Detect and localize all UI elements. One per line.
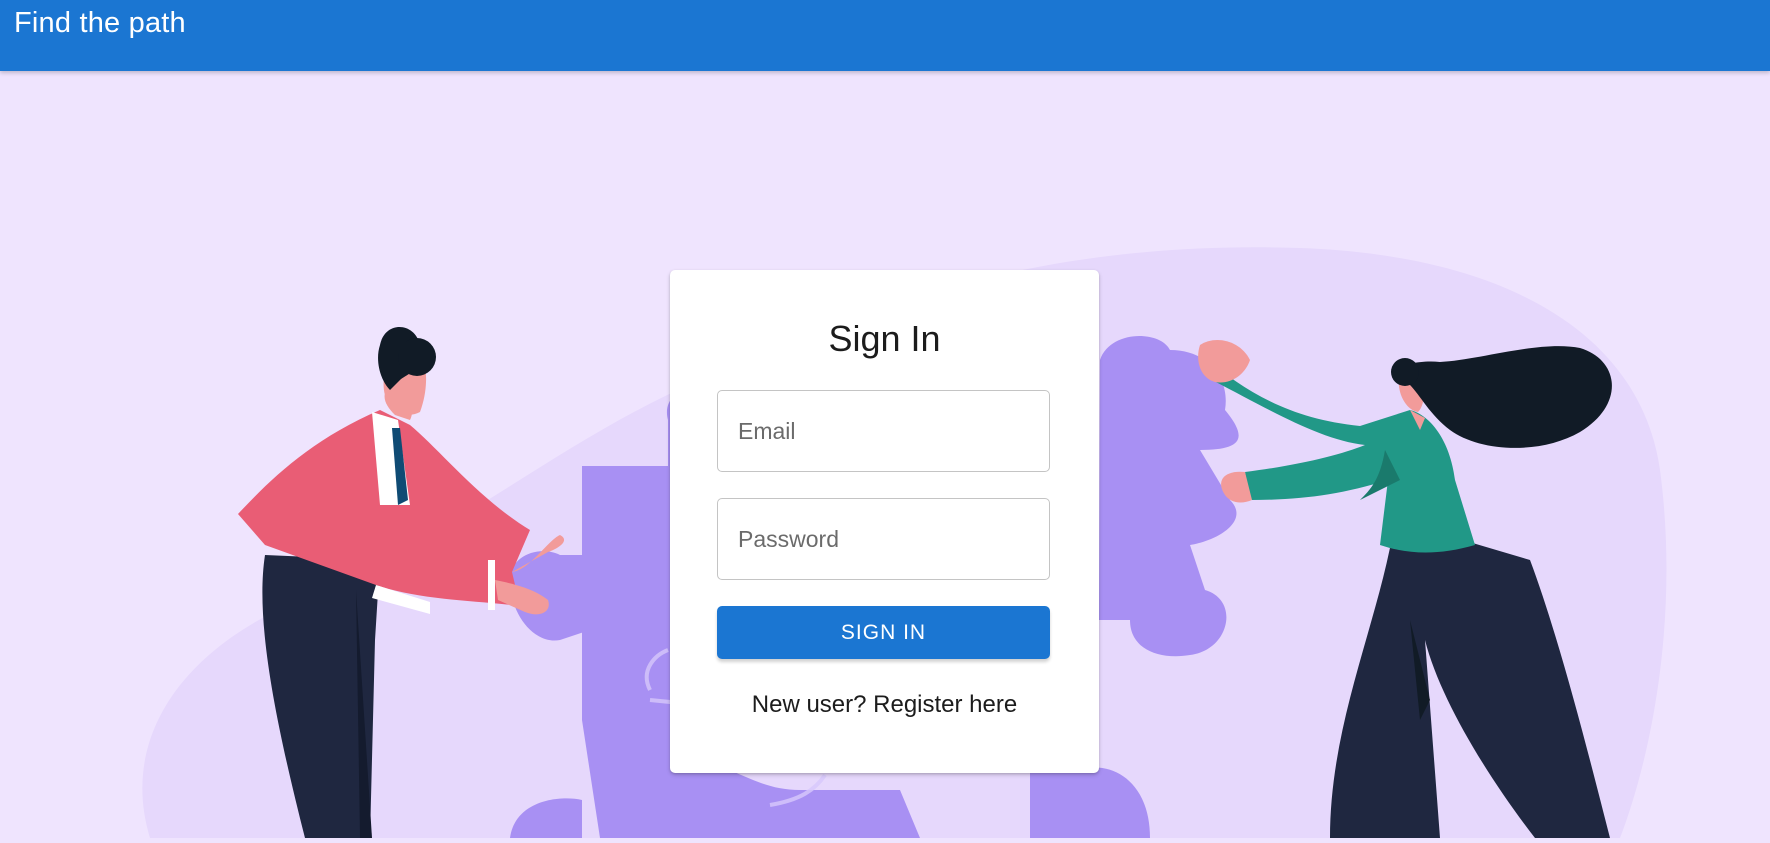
app-bar: Find the path xyxy=(0,0,1770,71)
email-field[interactable] xyxy=(717,390,1050,472)
signin-title: Sign In xyxy=(828,318,941,359)
app-title: Find the path xyxy=(14,7,186,39)
sign-in-button[interactable]: SIGN IN xyxy=(717,606,1050,659)
signin-card: Sign In SIGN IN New user? Register here xyxy=(670,270,1099,773)
register-link[interactable]: New user? Register here xyxy=(670,690,1099,720)
password-input[interactable] xyxy=(718,499,1049,579)
password-field[interactable] xyxy=(717,498,1050,580)
email-input[interactable] xyxy=(718,391,1049,471)
